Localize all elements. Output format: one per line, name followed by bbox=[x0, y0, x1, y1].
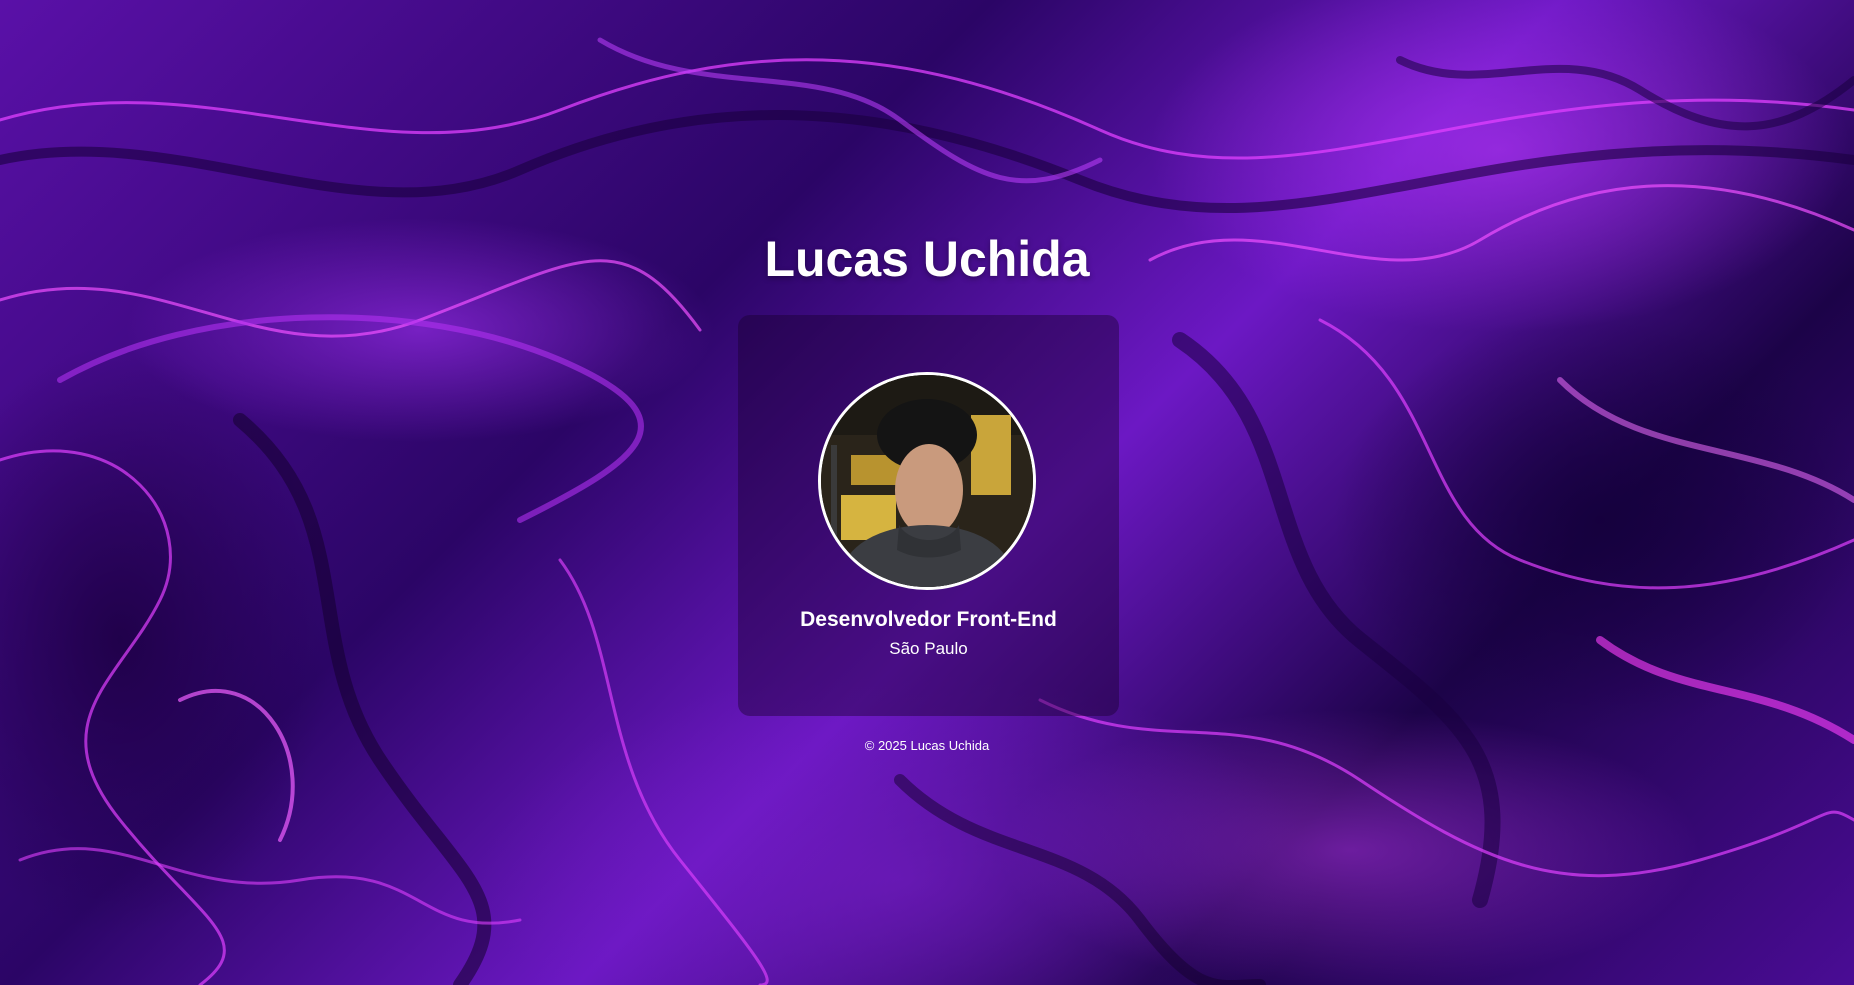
location-text: São Paulo bbox=[889, 639, 968, 658]
footer-copyright: © 2025 Lucas Uchida bbox=[864, 738, 990, 753]
avatar bbox=[818, 372, 1036, 590]
page-title: Lucas Uchida bbox=[764, 231, 1090, 287]
profile-card: Desenvolvedor Front-End São Paulo bbox=[738, 315, 1119, 716]
role-title: Desenvolvedor Front-End bbox=[800, 608, 1057, 631]
profile-photo bbox=[821, 375, 1033, 587]
